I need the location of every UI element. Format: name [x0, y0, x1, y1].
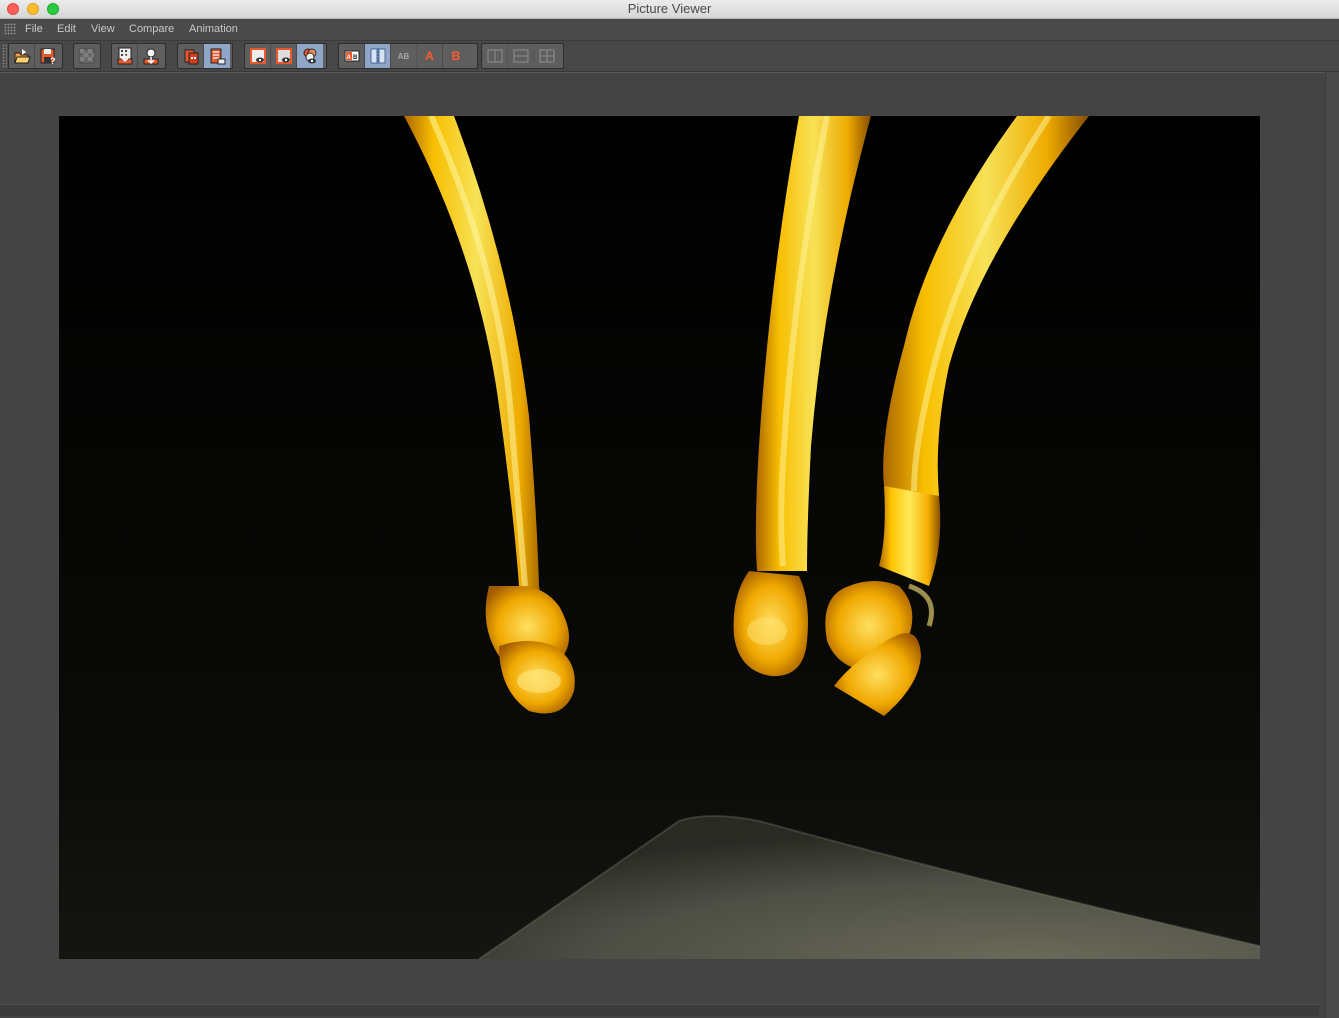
- menu-grip-icon[interactable]: [4, 23, 16, 35]
- menu-animation[interactable]: Animation: [189, 22, 238, 37]
- save-frame-icon: [117, 47, 132, 65]
- layout-2-icon: [513, 49, 528, 63]
- menu-file[interactable]: File: [25, 22, 43, 37]
- view-group: [244, 43, 327, 69]
- toolbar-grip-icon[interactable]: [2, 44, 7, 68]
- rendered-image[interactable]: [59, 116, 1260, 959]
- set-b-icon: B: [451, 49, 461, 63]
- menu-compare[interactable]: Compare: [129, 22, 174, 37]
- open-file-icon: [13, 49, 31, 64]
- view-compare-icon: [275, 48, 292, 64]
- window-title: Picture Viewer: [627, 1, 712, 16]
- checker-background-icon: [79, 48, 95, 64]
- layout-2-button[interactable]: [508, 44, 534, 68]
- menu-bar: File Edit View Compare Animation: [0, 19, 1339, 41]
- picture-viewer-window: Picture Viewer File Edit View Compare An…: [0, 0, 1339, 1018]
- render-region-icon: [143, 48, 159, 65]
- render-region-button[interactable]: [138, 44, 164, 68]
- layer-group: [177, 43, 233, 69]
- set-a-icon: A: [425, 49, 434, 63]
- layer-stack-icon: [184, 49, 198, 65]
- vertical-scrollbar[interactable]: [1325, 72, 1339, 1018]
- menu-edit[interactable]: Edit: [57, 22, 76, 37]
- menu-view[interactable]: View: [91, 22, 115, 37]
- ab-split-button[interactable]: [365, 44, 391, 68]
- set-a-button[interactable]: A: [417, 44, 443, 68]
- file-group: ?: [8, 43, 63, 69]
- layer-stack-button[interactable]: [178, 44, 204, 68]
- svg-text:?: ?: [50, 56, 56, 65]
- checker-background-button[interactable]: [74, 44, 100, 68]
- ab-compare-button[interactable]: A B: [339, 44, 365, 68]
- image-viewport[interactable]: [0, 72, 1339, 1005]
- frame-group: [111, 43, 166, 69]
- view-single-icon: [249, 48, 266, 64]
- layout-1-button[interactable]: [482, 44, 508, 68]
- view-compare-button[interactable]: [271, 44, 297, 68]
- layer-list-icon: [210, 48, 226, 65]
- svg-text:A: A: [346, 55, 351, 61]
- honey-render-illustration: [59, 116, 1260, 959]
- background-group: [73, 43, 101, 69]
- ab-swap-icon: AB: [397, 51, 410, 61]
- save-as-button[interactable]: ?: [35, 44, 61, 68]
- open-file-button[interactable]: [9, 44, 35, 68]
- save-frame-button[interactable]: [112, 44, 138, 68]
- title-bar: Picture Viewer: [0, 0, 1339, 19]
- ab-split-icon: [370, 48, 385, 64]
- status-bar: [0, 1004, 1319, 1016]
- svg-text:B: B: [353, 55, 358, 61]
- layout-3-icon: [539, 49, 555, 63]
- layer-list-button[interactable]: [204, 44, 230, 68]
- set-b-button[interactable]: B: [443, 44, 469, 68]
- layout-3-button[interactable]: [534, 44, 560, 68]
- ab-swap-button[interactable]: AB: [391, 44, 417, 68]
- ab-compare-group: A B AB A B: [338, 43, 478, 69]
- view-single-button[interactable]: [245, 44, 271, 68]
- toolbar: ? A B AB A B: [0, 41, 1339, 72]
- view-channels-icon: [303, 48, 317, 64]
- save-as-icon: ?: [40, 48, 56, 65]
- layout-group: [481, 43, 564, 69]
- view-channels-button[interactable]: [297, 44, 323, 68]
- layout-1-icon: [487, 49, 502, 63]
- ab-compare-icon: A B: [344, 50, 359, 62]
